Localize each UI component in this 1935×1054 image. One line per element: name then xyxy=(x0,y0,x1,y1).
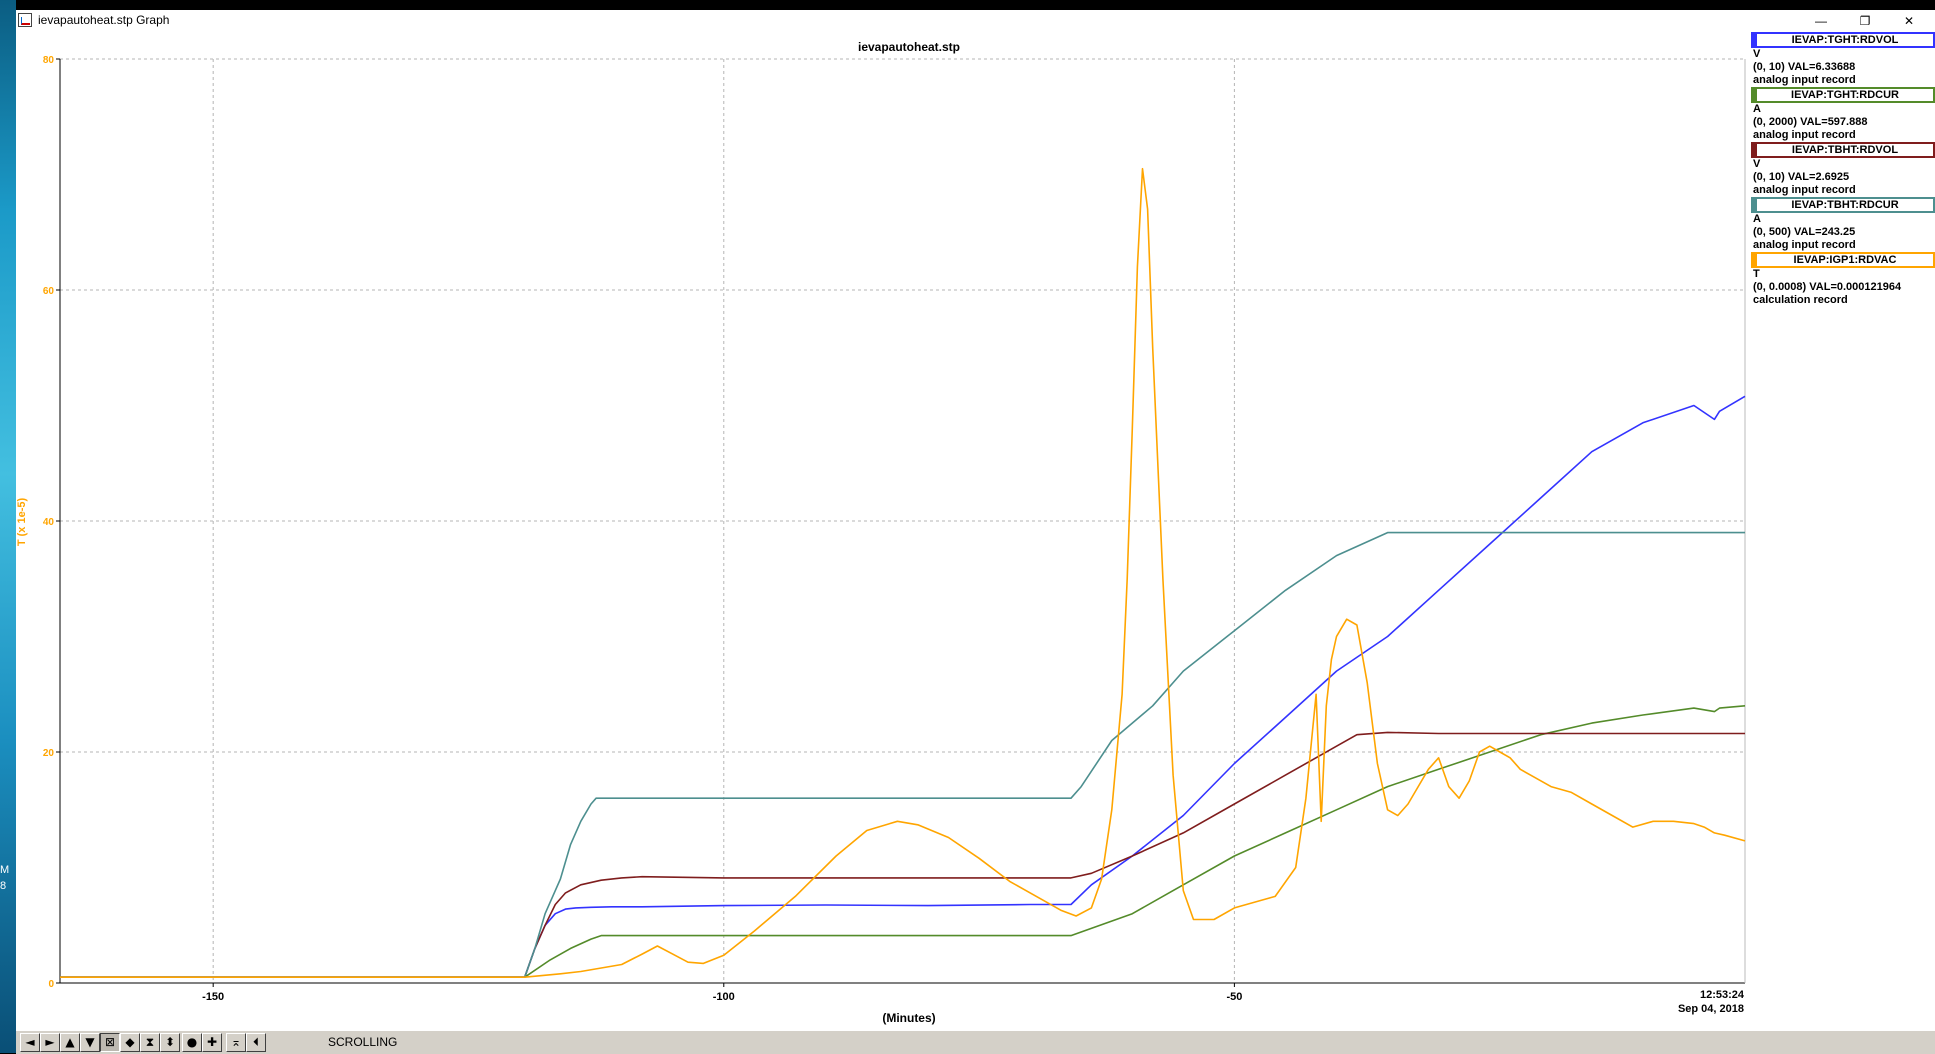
minimize-button[interactable]: — xyxy=(1799,10,1843,32)
end-time-label: 12:53:24 xyxy=(1700,989,1745,1001)
y-tick-label: 40 xyxy=(43,517,55,528)
record-button[interactable]: ● xyxy=(182,1033,202,1052)
legend-unit: A xyxy=(1753,213,1761,225)
arrow-up-icon: ▲ xyxy=(65,1035,75,1049)
zoom-x-icon: ◆ xyxy=(125,1035,135,1049)
legend-pv-name[interactable]: IEVAP:TGHT:RDVOL xyxy=(1751,32,1935,48)
desktop-text-2: 8 xyxy=(0,880,7,892)
legend-range-val: (0, 10) VAL=6.33688 xyxy=(1753,61,1856,73)
legend-entry[interactable]: IEVAP:TBHT:RDCUR A (0, 500) VAL=243.25 anal… xyxy=(1751,197,1935,252)
arrow-left-icon: ◄ xyxy=(25,1035,35,1049)
title-bar[interactable]: ievapautoheat.stp Graph — ❐ ✕ xyxy=(16,10,1935,32)
zoom-y-out-button[interactable]: ⧗ xyxy=(140,1033,160,1052)
x-tick-label: -150 xyxy=(202,991,224,1003)
zoom-y-in-icon: ⬍ xyxy=(164,1035,176,1049)
pan-up-button[interactable]: ▲ xyxy=(60,1033,80,1052)
pan-right-button[interactable]: ► xyxy=(40,1033,60,1052)
legend-entry[interactable]: IEVAP:IGP1:RDVAC T (0, 0.0008) VAL=0.00012… xyxy=(1751,252,1935,307)
legend-record: calculation record xyxy=(1753,294,1848,306)
legend-entry[interactable]: IEVAP:TBHT:RDVOL V (0, 10) VAL=2.6925 analo… xyxy=(1751,142,1935,197)
x-tick-label: -50 xyxy=(1226,991,1242,1003)
arrow-down-icon: ▼ xyxy=(85,1035,95,1049)
legend-range-val: (0, 500) VAL=243.25 xyxy=(1753,226,1856,238)
legend-pv-name[interactable]: IEVAP:TBHT:RDVOL xyxy=(1751,142,1935,158)
legend-record: analog input record xyxy=(1753,129,1856,141)
pan-left-button[interactable]: ◄ xyxy=(20,1033,40,1052)
close-button[interactable]: ✕ xyxy=(1887,10,1931,32)
y-tick-label: 60 xyxy=(43,286,55,297)
legend-unit: T xyxy=(1753,268,1760,280)
legend-unit: V xyxy=(1753,48,1761,60)
scroll-icon: ⏴ xyxy=(252,1035,259,1049)
autoscale-button[interactable]: ⌅ xyxy=(226,1033,246,1052)
legend-entry[interactable]: IEVAP:TGHT:RDCUR A (0, 2000) VAL=597.888 an… xyxy=(1751,87,1935,142)
app-graph-icon xyxy=(18,13,32,27)
y-tick-label: 0 xyxy=(48,979,54,990)
desktop-text-1: M xyxy=(0,864,10,876)
chart-area[interactable]: 0 20 40 60 80 -150 -100 -50 ievapautoheat.stp (… xyxy=(16,32,1751,1030)
restore-button[interactable]: ❐ xyxy=(1843,10,1887,32)
end-date-label: Sep 04, 2018 xyxy=(1678,1003,1744,1015)
autoscale-icon: ⌅ xyxy=(230,1035,242,1049)
legend-record: analog input record xyxy=(1753,239,1856,251)
y-tick-label: 80 xyxy=(43,55,55,66)
x-axis-label: (Minutes) xyxy=(882,1011,935,1025)
circle-icon: ● xyxy=(186,1035,198,1049)
zoom-y-button[interactable]: ⬍ xyxy=(160,1033,180,1052)
desktop-background: M 8 xyxy=(0,0,16,1053)
graph-window: ievapautoheat.stp Graph — ❐ ✕ 0 20 40 60 80 -… xyxy=(16,10,1935,1054)
legend-range-val: (0, 10) VAL=2.6925 xyxy=(1753,171,1850,183)
legend-unit: A xyxy=(1753,103,1761,115)
legend-record: analog input record xyxy=(1753,74,1856,86)
zoom-box-button[interactable]: ⊠ xyxy=(100,1033,120,1052)
scroll-mode-button[interactable]: ⏴ xyxy=(246,1033,266,1052)
graph-toolbar: SCROLLING ◄ ► ▲ ▼ ⊠ ◆ ⧗ ⬍ ● ✚ ⌅ ⏴ xyxy=(16,1030,1935,1054)
legend-pv-name[interactable]: IEVAP:IGP1:RDVAC xyxy=(1751,252,1935,268)
legend-pv-name[interactable]: IEVAP:TGHT:RDCUR xyxy=(1751,87,1935,103)
legend-range-val: (0, 2000) VAL=597.888 xyxy=(1753,116,1868,128)
legend-record: analog input record xyxy=(1753,184,1856,196)
plus-icon: ✚ xyxy=(206,1035,218,1049)
x-tick-label: -100 xyxy=(713,991,735,1003)
legend-panel: IEVAP:TGHT:RDVOL V (0, 10) VAL=6.33688 anal… xyxy=(1751,32,1935,307)
legend-range-val: (0, 0.0008) VAL=0.000121964 xyxy=(1753,281,1902,293)
add-button[interactable]: ✚ xyxy=(202,1033,222,1052)
zoom-y-icon: ⧗ xyxy=(145,1035,155,1049)
zoom-box-icon: ⊠ xyxy=(104,1035,116,1049)
y-axis-label: T (x 1e-5) xyxy=(16,498,28,547)
legend-pv-name[interactable]: IEVAP:TBHT:RDCUR xyxy=(1751,197,1935,213)
chart-background xyxy=(16,32,1751,1030)
scroll-mode-label: SCROLLING xyxy=(328,1035,398,1049)
arrow-right-icon: ► xyxy=(45,1035,55,1049)
zoom-x-button[interactable]: ◆ xyxy=(120,1033,140,1052)
pan-down-button[interactable]: ▼ xyxy=(80,1033,100,1052)
chart-title: ievapautoheat.stp xyxy=(858,40,960,54)
legend-entry[interactable]: IEVAP:TGHT:RDVOL V (0, 10) VAL=6.33688 anal… xyxy=(1751,32,1935,87)
window-title: ievapautoheat.stp Graph xyxy=(38,13,170,27)
legend-unit: V xyxy=(1753,158,1761,170)
y-tick-label: 20 xyxy=(43,748,55,759)
